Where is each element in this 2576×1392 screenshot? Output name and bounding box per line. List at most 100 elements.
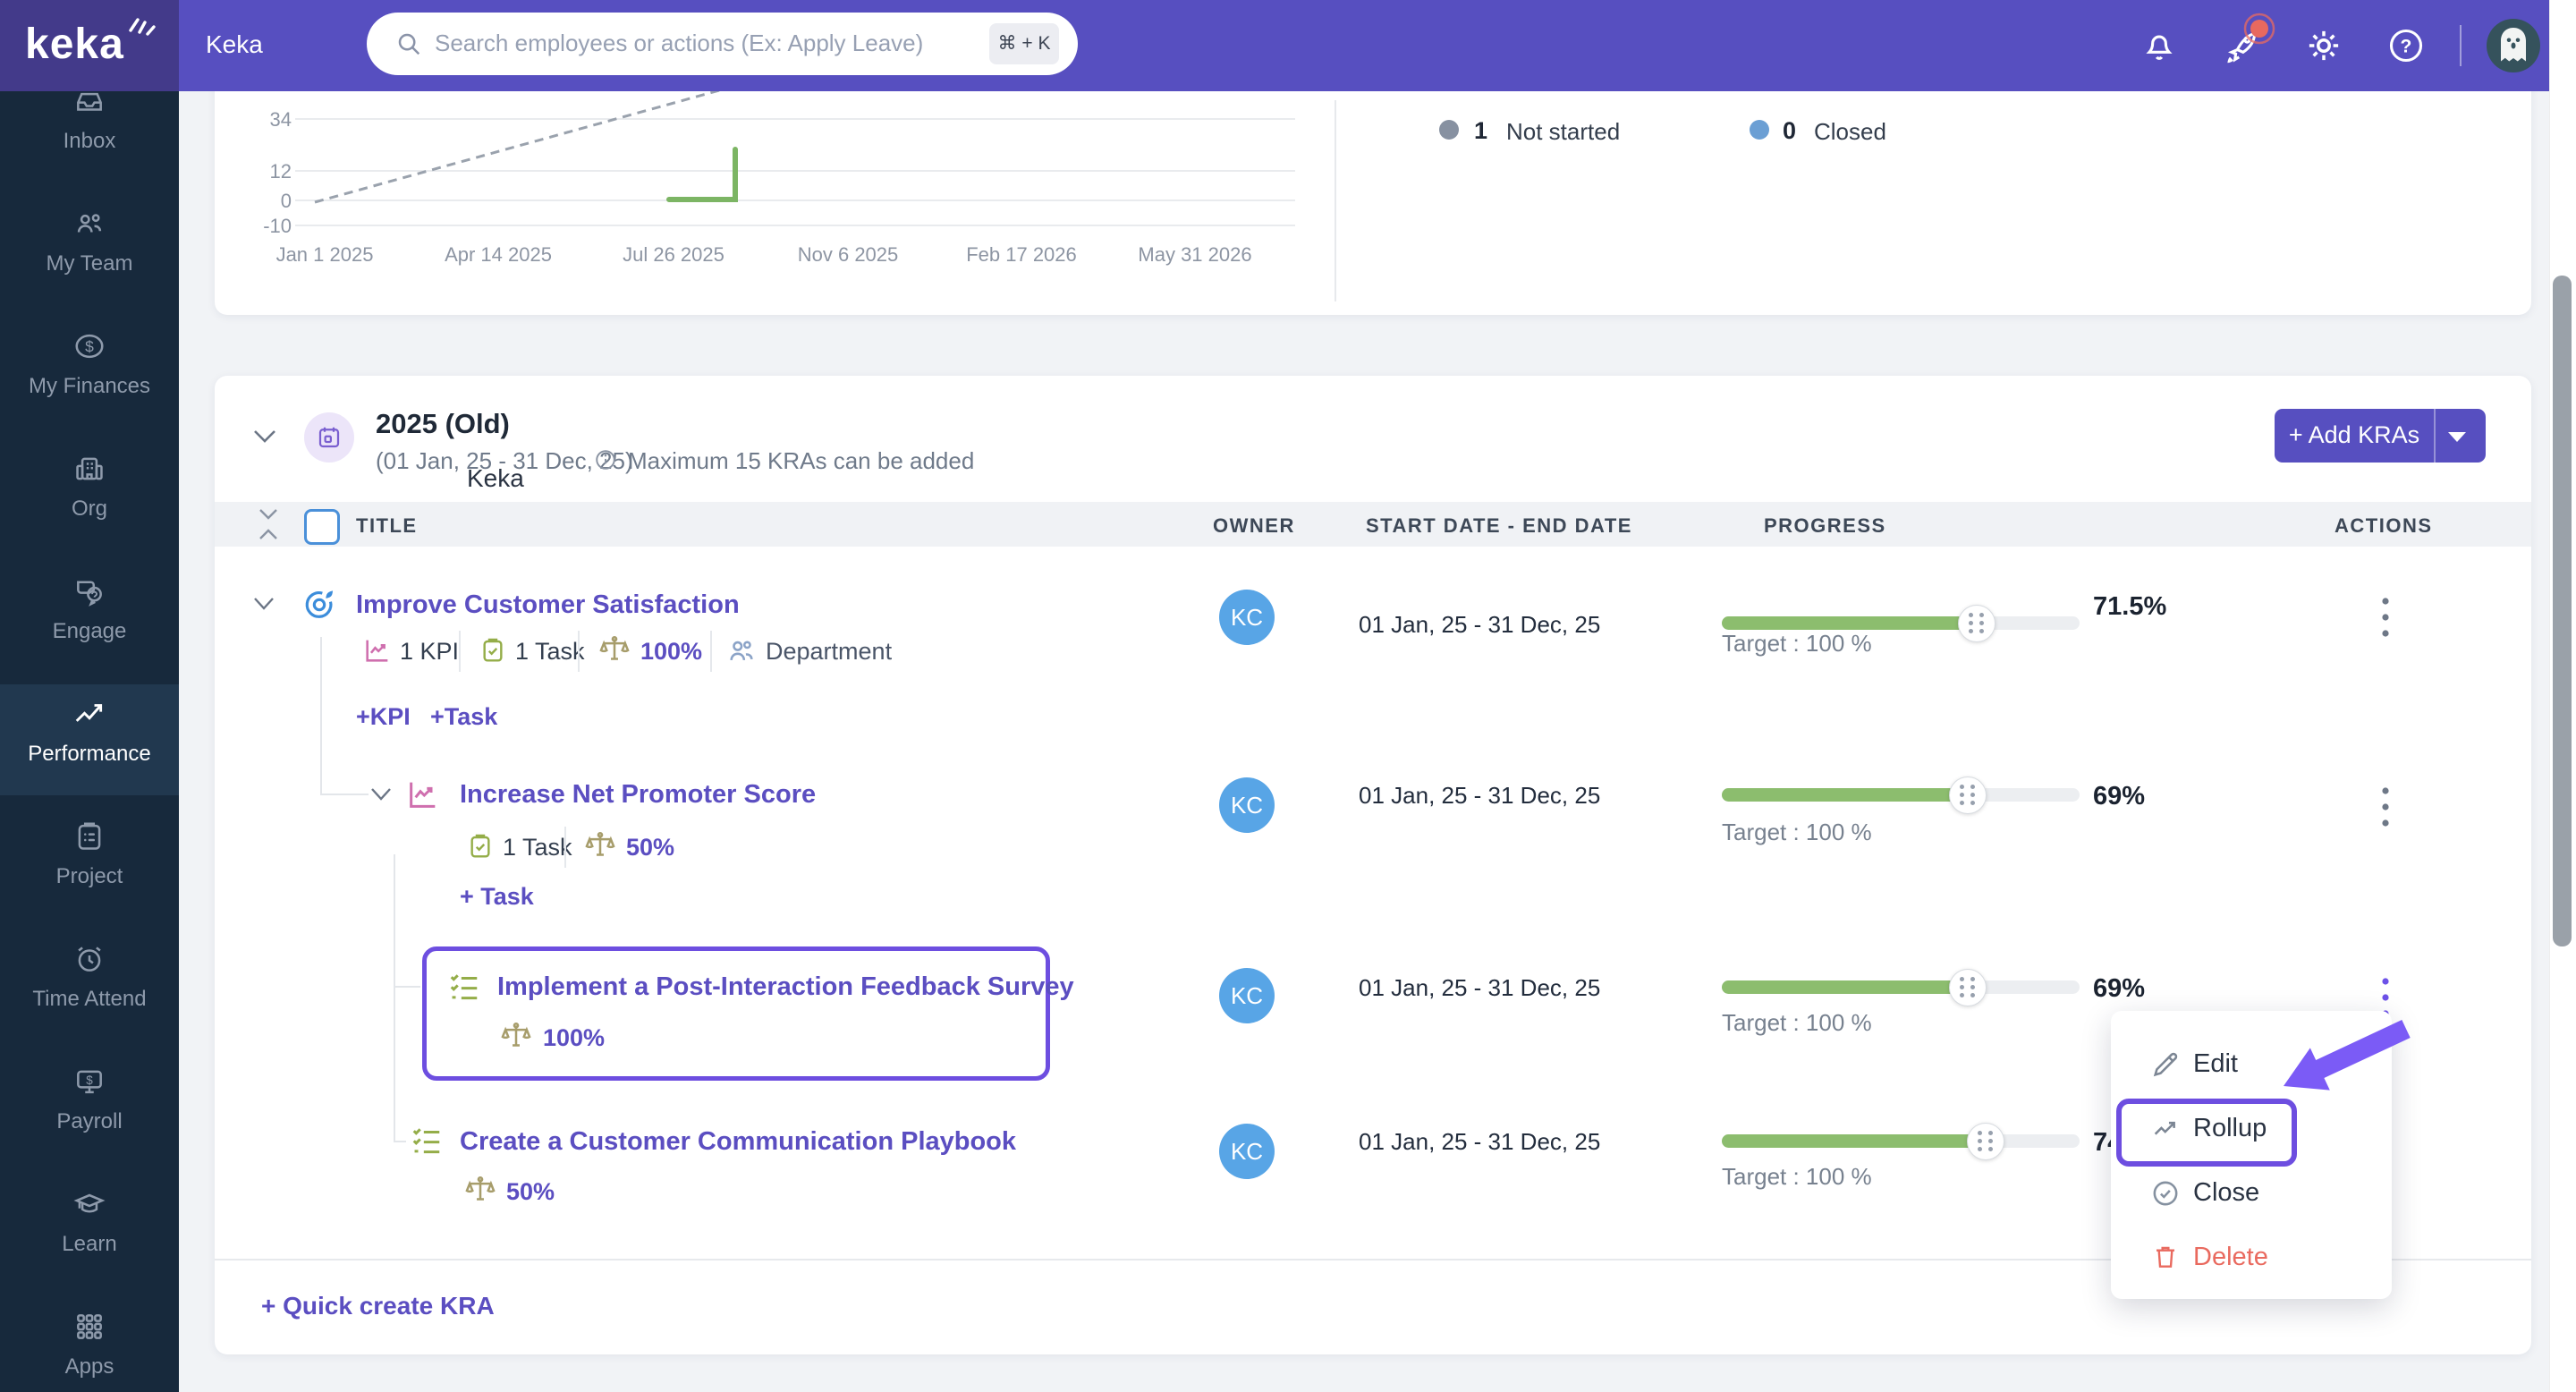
y-tick: 34 (242, 108, 292, 132)
row-actions-kebab-icon[interactable] (2373, 592, 2398, 642)
row-expand-chevron-icon[interactable] (252, 596, 275, 612)
check-circle-icon (2150, 1178, 2181, 1209)
chat-bubbles-icon (72, 574, 106, 608)
top-header-bar: keka Keka Search employees or actions (E… (0, 0, 2576, 91)
x-tick: Jan 1 2025 (253, 243, 396, 267)
sidebar-item-payroll[interactable]: $ Payroll (0, 1052, 179, 1163)
button-split-divider (2434, 409, 2436, 463)
ghost-avatar-image (2487, 19, 2540, 72)
sidebar-item-time-attend[interactable]: Time Attend (0, 929, 179, 1040)
calendar-icon (316, 424, 343, 451)
task-clipboard-icon (479, 636, 507, 665)
progress-drag-handle[interactable] (1949, 777, 1987, 814)
task-title-link[interactable]: Create a Customer Communication Playbook (460, 1127, 1016, 1157)
col-owner: OWNER (1213, 514, 1295, 538)
add-kras-label: + Add KRAs (2275, 421, 2434, 449)
quick-create-kra-link[interactable]: + Quick create KRA (261, 1292, 495, 1320)
actual-progress-line (669, 149, 735, 199)
building-icon (72, 452, 106, 486)
logo-box[interactable]: keka (0, 0, 179, 91)
tree-line (320, 637, 322, 795)
chart-gridlines (295, 119, 1295, 225)
row-dates: 01 Jan, 25 - 31 Dec, 25 (1359, 1128, 1600, 1156)
progress-drag-handle[interactable] (1958, 605, 1996, 642)
annotation-arrow (2254, 1020, 2419, 1105)
sidebar-item-org[interactable]: Org (0, 439, 179, 550)
task-highlight-box (422, 946, 1050, 1081)
weight-value: 100% (543, 1024, 605, 1052)
department-people-icon (726, 636, 757, 666)
info-icon[interactable] (594, 448, 617, 471)
sidebar-item-project[interactable]: Project (0, 807, 179, 918)
progress-drag-handle[interactable] (1967, 1123, 2004, 1160)
progress-track (1722, 788, 2080, 802)
sidebar-item-apps[interactable]: Apps (0, 1297, 179, 1392)
owner-avatar[interactable]: KC (1219, 777, 1275, 833)
alarm-clock-icon (72, 942, 106, 976)
global-search[interactable]: Search employees or actions (Ex: Apply L… (367, 13, 1078, 75)
meta-separator (564, 827, 566, 868)
trend-up-icon (72, 697, 106, 731)
x-tick: Apr 14 2025 (427, 243, 570, 267)
user-avatar[interactable] (2487, 19, 2540, 72)
sidebar-item-performance[interactable]: Performance (0, 684, 179, 795)
shortcut-badge: ⌘ + K (989, 23, 1059, 64)
add-kpi-link[interactable]: +KPI (356, 703, 411, 731)
add-task-link[interactable]: + Task (460, 883, 534, 911)
kpi-title-link[interactable]: Increase Net Promoter Score (460, 780, 816, 810)
sidebar-item-learn[interactable]: Learn (0, 1175, 179, 1286)
menu-item-close[interactable]: Close (2129, 1167, 2374, 1219)
add-kras-button[interactable]: + Add KRAs (2275, 409, 2486, 463)
help-icon[interactable]: ? (2386, 26, 2426, 65)
progress-drag-handle[interactable] (1949, 969, 1987, 1006)
sidebar-item-my-team[interactable]: My Team (0, 194, 179, 305)
col-progress: PROGRESS (1764, 514, 1886, 538)
x-tick: Nov 6 2025 (776, 243, 919, 267)
y-tick: 12 (242, 160, 292, 183)
progress-percent: 69% (2093, 974, 2145, 1004)
add-task-link[interactable]: +Task (430, 703, 497, 731)
checklist-icon (410, 1124, 444, 1158)
apps-grid-icon (72, 1310, 106, 1344)
menu-item-delete[interactable]: Delete (2129, 1232, 2374, 1284)
sidebar-item-my-finances[interactable]: $ My Finances (0, 317, 179, 428)
legend-closed-label: Closed (1814, 118, 1886, 146)
menu-close-label: Close (2193, 1178, 2259, 1208)
notifications-bell-icon[interactable] (2140, 26, 2179, 65)
x-tick: May 31 2026 (1123, 243, 1267, 267)
meta-separator (578, 631, 580, 672)
menu-delete-label: Delete (2193, 1243, 2268, 1272)
kpi-chart-icon (405, 777, 441, 812)
col-dates: START DATE - END DATE (1366, 514, 1632, 538)
settings-gear-icon[interactable] (2304, 26, 2343, 65)
search-placeholder: Search employees or actions (Ex: Apply L… (435, 30, 923, 57)
progress-fill (1722, 788, 1969, 802)
legend-not-started-dot (1439, 120, 1459, 140)
task-title-link[interactable]: Implement a Post-Interaction Feedback Su… (497, 972, 1074, 1002)
progress-track (1722, 616, 2080, 630)
meta-separator (459, 631, 461, 672)
rocket-badge-dot (2241, 11, 2277, 47)
sidebar-item-engage[interactable]: Engage (0, 562, 179, 673)
col-actions: ACTIONS (2334, 514, 2433, 538)
scrollbar-thumb[interactable] (2553, 276, 2572, 946)
payroll-monitor-icon: $ (72, 1065, 106, 1099)
collapse-all-icon[interactable] (257, 507, 280, 541)
col-title: TITLE (356, 514, 418, 538)
row-expand-chevron-icon[interactable] (369, 786, 393, 802)
kra-title-link[interactable]: Improve Customer Satisfaction (356, 590, 740, 620)
weight-value: 50% (626, 834, 674, 862)
clipboard-list-icon (72, 819, 106, 853)
row-actions-kebab-icon[interactable] (2373, 782, 2398, 832)
owner-avatar[interactable]: KC (1219, 590, 1275, 645)
section-collapse-chevron-icon[interactable] (252, 428, 277, 446)
section-title: 2025 (Old) (376, 408, 510, 440)
pencil-icon (2150, 1049, 2181, 1080)
stray-tooltip-text: Keka (467, 464, 524, 493)
owner-avatar[interactable]: KC (1219, 1124, 1275, 1179)
add-kras-dropdown-caret-icon[interactable] (2448, 432, 2466, 442)
keka-logo: keka (25, 20, 124, 69)
owner-avatar[interactable]: KC (1219, 968, 1275, 1023)
progress-percent: 71.5% (2093, 592, 2166, 622)
select-all-checkbox[interactable] (304, 509, 340, 545)
